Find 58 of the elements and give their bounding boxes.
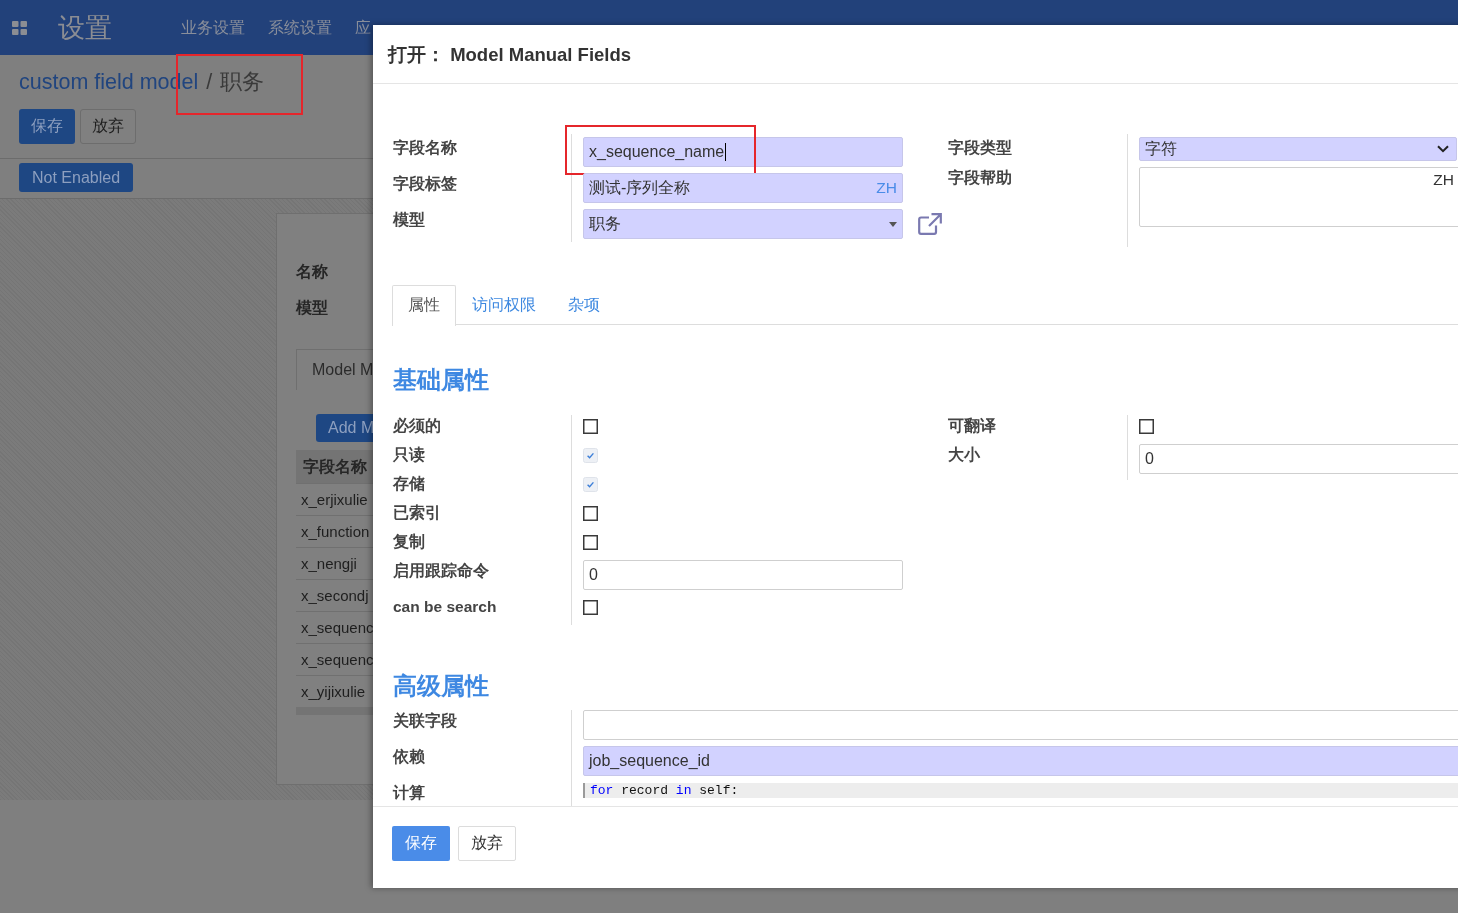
field-label: 模型 bbox=[296, 298, 329, 318]
field-label: 只读 bbox=[393, 445, 426, 465]
discard-button[interactable]: 放弃 bbox=[80, 109, 136, 144]
tab[interactable]: 访问权限 bbox=[456, 285, 552, 325]
input-field[interactable]: 0 bbox=[583, 560, 903, 590]
field-label: can be search bbox=[393, 597, 498, 617]
language-button[interactable]: ZH bbox=[1433, 170, 1454, 190]
input-field[interactable]: 0 bbox=[1139, 444, 1458, 474]
save-button[interactable]: 保存 bbox=[19, 109, 75, 144]
input-field[interactable]: 测试-序列全称 ZH bbox=[583, 173, 903, 203]
tab[interactable]: 属性 bbox=[392, 285, 456, 326]
app-title: 设置 bbox=[58, 11, 112, 44]
checkbox[interactable] bbox=[583, 600, 598, 615]
input-field[interactable]: job_sequence_id bbox=[583, 746, 1458, 776]
field-label: 名称 bbox=[296, 262, 329, 282]
status-button[interactable]: Not Enabled bbox=[19, 163, 134, 192]
add-button[interactable]: Add M bbox=[316, 414, 375, 442]
dialog-title: 打开： Model Manual Fields bbox=[388, 42, 632, 67]
menu-item[interactable]: 业务设置 bbox=[181, 17, 245, 38]
input-field[interactable]: x_sequence_name bbox=[583, 137, 903, 167]
field-label: 字段帮助 bbox=[948, 168, 1013, 188]
field-label: 可翻译 bbox=[948, 416, 997, 436]
breadcrumb-current: 职务 bbox=[220, 70, 265, 94]
checkbox[interactable] bbox=[1139, 419, 1154, 434]
field-label: 复制 bbox=[393, 532, 426, 552]
grid-icon[interactable] bbox=[12, 20, 27, 35]
field-label: 字段类型 bbox=[948, 138, 1013, 158]
discard-button[interactable]: 放弃 bbox=[458, 826, 516, 861]
checkbox[interactable] bbox=[583, 535, 598, 550]
field-label: 大小 bbox=[948, 445, 981, 465]
field-label: 字段名称 bbox=[393, 138, 458, 158]
checkbox[interactable] bbox=[583, 419, 598, 434]
menu-item[interactable]: 应 bbox=[355, 17, 371, 38]
column-header: 字段名称 bbox=[296, 450, 375, 483]
input-field[interactable] bbox=[583, 710, 1458, 740]
checkbox[interactable] bbox=[583, 506, 598, 521]
caret-icon bbox=[889, 221, 897, 227]
field-label: 存储 bbox=[393, 474, 426, 494]
menu-item[interactable]: 系统设置 bbox=[268, 17, 332, 38]
field-label: 依赖 bbox=[393, 747, 426, 767]
field-label: 启用跟踪命令 bbox=[393, 561, 490, 581]
breadcrumb-separator: / bbox=[206, 69, 213, 95]
chevron-down-icon bbox=[1437, 145, 1449, 153]
field-label: 必须的 bbox=[393, 416, 442, 436]
field-label: 模型 bbox=[393, 210, 426, 230]
dropdown-field[interactable]: 职务 bbox=[583, 209, 903, 239]
save-button[interactable]: 保存 bbox=[392, 826, 450, 861]
dropdown-field[interactable]: 字符 bbox=[1139, 137, 1457, 161]
tab[interactable]: 杂项 bbox=[552, 285, 616, 325]
field-label: 关联字段 bbox=[393, 711, 458, 731]
external-link-icon[interactable] bbox=[918, 213, 942, 235]
field-label: 计算 bbox=[393, 783, 426, 803]
text-area[interactable]: ZH bbox=[1139, 167, 1458, 227]
field-label: 字段标签 bbox=[393, 174, 458, 194]
section-title: 高级属性 bbox=[393, 672, 490, 701]
field-label: 已索引 bbox=[393, 503, 442, 523]
language-button[interactable]: ZH bbox=[876, 174, 897, 202]
section-title: 基础属性 bbox=[393, 366, 490, 395]
